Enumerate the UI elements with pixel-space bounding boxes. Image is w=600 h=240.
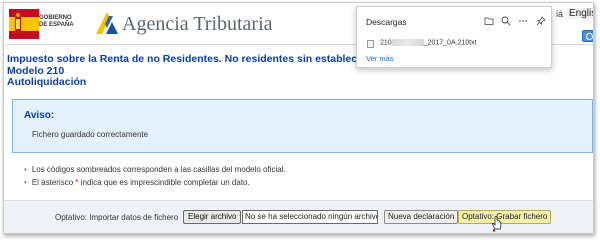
new-declaration-button[interactable]: Nueva declaración [384,210,459,224]
hand-cursor-icon [492,216,502,232]
gov-text-line2: DE ESPAÑA [39,22,74,28]
download-filename-suffix: _2017_0A.210txt [423,39,477,47]
agencia-tributaria-logo-icon [96,12,118,34]
search-icon[interactable] [501,16,511,26]
downloads-panel: Descargas 210 _2017_0A.210txt Ver más [356,6,552,68]
see-more-link[interactable]: Ver más [366,54,394,63]
language-link-partial[interactable]: iá [556,9,563,19]
header-search-button[interactable] [582,30,593,42]
agency-name: Agencia Tributaria [122,13,273,35]
title-line-3: Autoliquidación [7,76,87,88]
choose-file-button[interactable]: Elegir archivo [183,210,242,224]
file-icon [367,40,374,48]
notice-box: Aviso: Fichero guardado correctamente [12,99,593,153]
folder-icon[interactable] [484,16,494,26]
download-filename-prefix: 210 [380,39,392,47]
note-text: El asterisco [31,178,76,187]
import-label: Optativo: Importar datos de fichero [55,213,179,222]
note-text: indica que es imprescindible completar u… [78,178,250,187]
title-line-1: Impuesto sobre la Renta de no Residentes… [7,53,373,65]
save-file-button[interactable]: Optativo: Grabar fichero [458,210,552,224]
notice-message: Fichero guardado correctamente [32,130,149,139]
page-title: Impuesto sobre la Renta de no Residentes… [7,53,373,89]
file-status-text: No se ha seleccionado ningún archivo [242,210,378,224]
download-item[interactable]: 210 _2017_0A.210txt [380,39,477,46]
pin-icon[interactable] [536,16,546,26]
browser-viewport: GOBIERNO DE ESPAÑA Agencia Tributaria iá… [3,2,594,234]
action-bar: Optativo: Importar datos de fichero Eleg… [4,200,593,233]
language-link-english[interactable]: English [567,8,593,19]
form-notes: • Los códigos sombreados corresponden a l… [24,163,286,189]
note-item: • El asterisco * indica que es imprescind… [24,178,250,187]
more-options-icon[interactable] [518,16,528,26]
note-text: Los códigos sombreados corresponden a la… [31,165,286,174]
gov-logo-text: GOBIERNO DE ESPAÑA [39,15,74,29]
gov-text-line1: GOBIERNO [39,15,72,21]
redacted-filename-part [391,39,424,46]
downloads-title: Descargas [366,17,407,27]
notice-title: Aviso: [24,110,55,121]
note-item: • Los códigos sombreados corresponden a l… [24,165,286,174]
